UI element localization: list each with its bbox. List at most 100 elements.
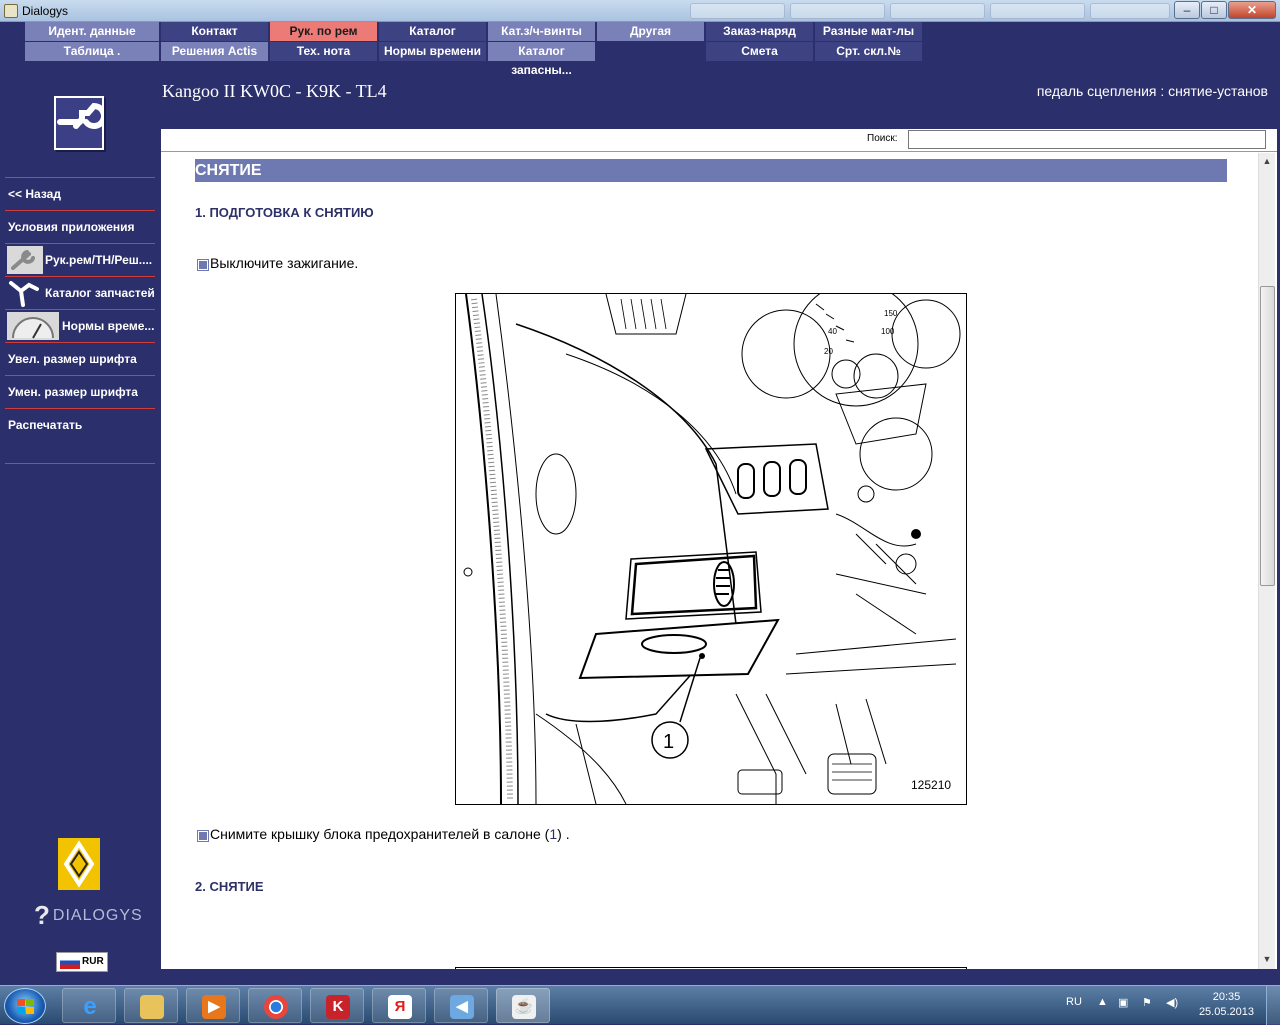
currency-code: RUR (82, 956, 104, 967)
taskbar-media[interactable]: ▶ (186, 988, 240, 1023)
chrome-icon (264, 995, 288, 1019)
search-label: Поиск: (867, 133, 898, 144)
menu-repair-manual[interactable]: Рук. по рем (270, 22, 377, 41)
callout-number: 1 (663, 731, 674, 753)
windows-logo-icon (17, 999, 34, 1014)
question-icon: ? (34, 900, 51, 930)
app-window: Идент. данные Контакт Рук. по рем Катало… (0, 22, 1280, 985)
search-input[interactable] (908, 130, 1266, 149)
java-app-icon (4, 4, 18, 18)
section-heading: СНЯТИЕ (195, 159, 1227, 182)
gauge-icon (7, 312, 59, 340)
svg-text:150: 150 (884, 309, 898, 318)
menu-tech-note[interactable]: Тех. нота (270, 42, 377, 61)
media-player-icon: ▶ (202, 995, 226, 1019)
manual-wrench-icon (7, 246, 43, 274)
sidebar-item-label: Распечатать (8, 418, 83, 432)
window-titlebar: Dialogys – □ ✕ (0, 0, 1280, 22)
windows-taskbar: e ▶ K Я ◀ ☕ RU ▲ ▣ ⚑ ◀) 20:35 25.05.2013 (0, 985, 1280, 1025)
tray-expand-icon[interactable]: ▲ (1097, 996, 1108, 1008)
titlebar-tab-ghost (690, 3, 785, 19)
taskbar-java[interactable]: ☕ (496, 988, 550, 1023)
menu-labor-times[interactable]: Нормы времени (379, 42, 486, 61)
java-icon: ☕ (512, 995, 536, 1019)
menu-estimate[interactable]: Смета (706, 42, 813, 61)
maximize-button[interactable]: □ (1201, 1, 1227, 19)
sidebar-back[interactable]: << Назад (5, 177, 155, 210)
parts-icon (7, 279, 43, 307)
titlebar-tab-ghost (890, 3, 985, 19)
sidebar-font-increase[interactable]: Увел. размер шрифта (5, 342, 155, 375)
menu-work-order[interactable]: Заказ-наряд (706, 22, 813, 41)
close-button[interactable]: ✕ (1228, 1, 1276, 19)
sidebar-repair-manual[interactable]: Рук.рем/ТН/Реш.... (5, 243, 155, 276)
taskbar-ie[interactable]: e (62, 988, 116, 1023)
vertical-scrollbar[interactable]: ▲ ▼ (1258, 153, 1275, 969)
instruction-fuse-cover: Снимите крышку блока предохранителей в с… (197, 826, 570, 842)
menu-spare-catalog[interactable]: Каталог запасны... (488, 42, 595, 77)
show-desktop-button[interactable] (1266, 986, 1280, 1025)
language-indicator[interactable]: RU (1066, 996, 1082, 1008)
window-title: Dialogys (22, 4, 69, 18)
system-clock[interactable]: 20:35 25.05.2013 (1199, 990, 1254, 1020)
scroll-up-icon[interactable]: ▲ (1261, 155, 1273, 167)
menu-table[interactable]: Таблица . (25, 42, 159, 61)
sidebar-item-label: Нормы време... (62, 319, 155, 333)
figure-number: 125210 (911, 778, 951, 792)
scroll-down-icon[interactable]: ▼ (1261, 953, 1273, 965)
sidebar-labor-times[interactable]: Нормы време... (5, 309, 155, 342)
sidebar-divider (5, 463, 155, 464)
diagram-next (455, 967, 967, 969)
svg-text:100: 100 (881, 327, 895, 336)
volume-icon[interactable]: ◀) (1166, 996, 1178, 1009)
yandex-icon: Я (388, 995, 412, 1019)
menu-ident[interactable]: Идент. данные (25, 22, 159, 41)
sidebar-print[interactable]: Распечатать (5, 408, 155, 441)
network-icon[interactable]: ▣ (1118, 996, 1128, 1009)
callout-ref: 1 (549, 826, 558, 842)
menu-other[interactable]: Другая (597, 22, 704, 41)
sidebar-item-label: Каталог запчастей (45, 286, 155, 300)
sidebar-font-decrease[interactable]: Умен. размер шрифта (5, 375, 155, 408)
russia-flag-icon (60, 956, 80, 969)
titlebar-tab-ghost (790, 3, 885, 19)
document-pane: Поиск: СНЯТИЕ 1. ПОДГОТОВКА К СНЯТИЮ Вык… (161, 129, 1277, 969)
menu-warehouse[interactable]: Срт. скл.№ (815, 42, 922, 61)
step2-heading: 2. СНЯТИЕ (195, 879, 264, 894)
minimize-button[interactable]: – (1174, 1, 1200, 19)
menu-misc-materials[interactable]: Разные мат-лы (815, 22, 922, 41)
operation-title: педаль сцепления : снятие-установ (1036, 83, 1268, 99)
step1-heading: 1. ПОДГОТОВКА К СНЯТИЮ (195, 205, 374, 220)
start-button[interactable] (4, 988, 46, 1024)
sidebar-parts-catalog[interactable]: Каталог запчастей (5, 276, 155, 309)
taskbar-chrome[interactable] (248, 988, 302, 1023)
action-center-icon[interactable]: ⚑ (1142, 996, 1152, 1009)
titlebar-tab-ghost (1090, 3, 1170, 19)
menu-parts-catalog[interactable]: Каталог запчастей (379, 22, 486, 57)
menu-screws-catalog[interactable]: Кат.з/ч-винты (488, 22, 595, 41)
sidebar-item-label: Умен. размер шрифта (8, 385, 138, 399)
dialogys-brand: ? DIALOGYS (34, 900, 143, 930)
scroll-thumb[interactable] (1260, 286, 1275, 586)
internet-explorer-icon: e (83, 993, 97, 1020)
instruction-ignition: Выключите зажигание. (196, 255, 358, 271)
currency-selector[interactable]: RUR (56, 952, 108, 972)
sidebar-item-label: Увел. размер шрифта (8, 352, 137, 366)
vehicle-title: Kangoo II KW0C - K9K - TL4 (162, 81, 387, 101)
titlebar-tab-ghost (990, 3, 1085, 19)
sidebar-conditions[interactable]: Условия приложения (5, 210, 155, 243)
diagram-dashboard: 40 20 100 150 1 125210 (455, 281, 967, 805)
sidebar-item-label: Рук.рем/ТН/Реш.... (45, 253, 153, 267)
renault-logo-icon (58, 838, 100, 890)
taskbar-explorer[interactable] (124, 988, 178, 1023)
taskbar-kaspersky[interactable]: K (310, 988, 364, 1023)
taskbar-audio[interactable]: ◀ (434, 988, 488, 1023)
menu-contact[interactable]: Контакт (161, 22, 268, 41)
menu-actis[interactable]: Решения Actis (161, 42, 268, 61)
content-divider (161, 151, 1277, 152)
svg-text:20: 20 (824, 347, 833, 356)
kaspersky-icon: K (326, 995, 350, 1019)
wrench-logo-icon (54, 96, 107, 150)
clock-date: 25.05.2013 (1198, 1006, 1254, 1018)
taskbar-yandex[interactable]: Я (372, 988, 426, 1023)
